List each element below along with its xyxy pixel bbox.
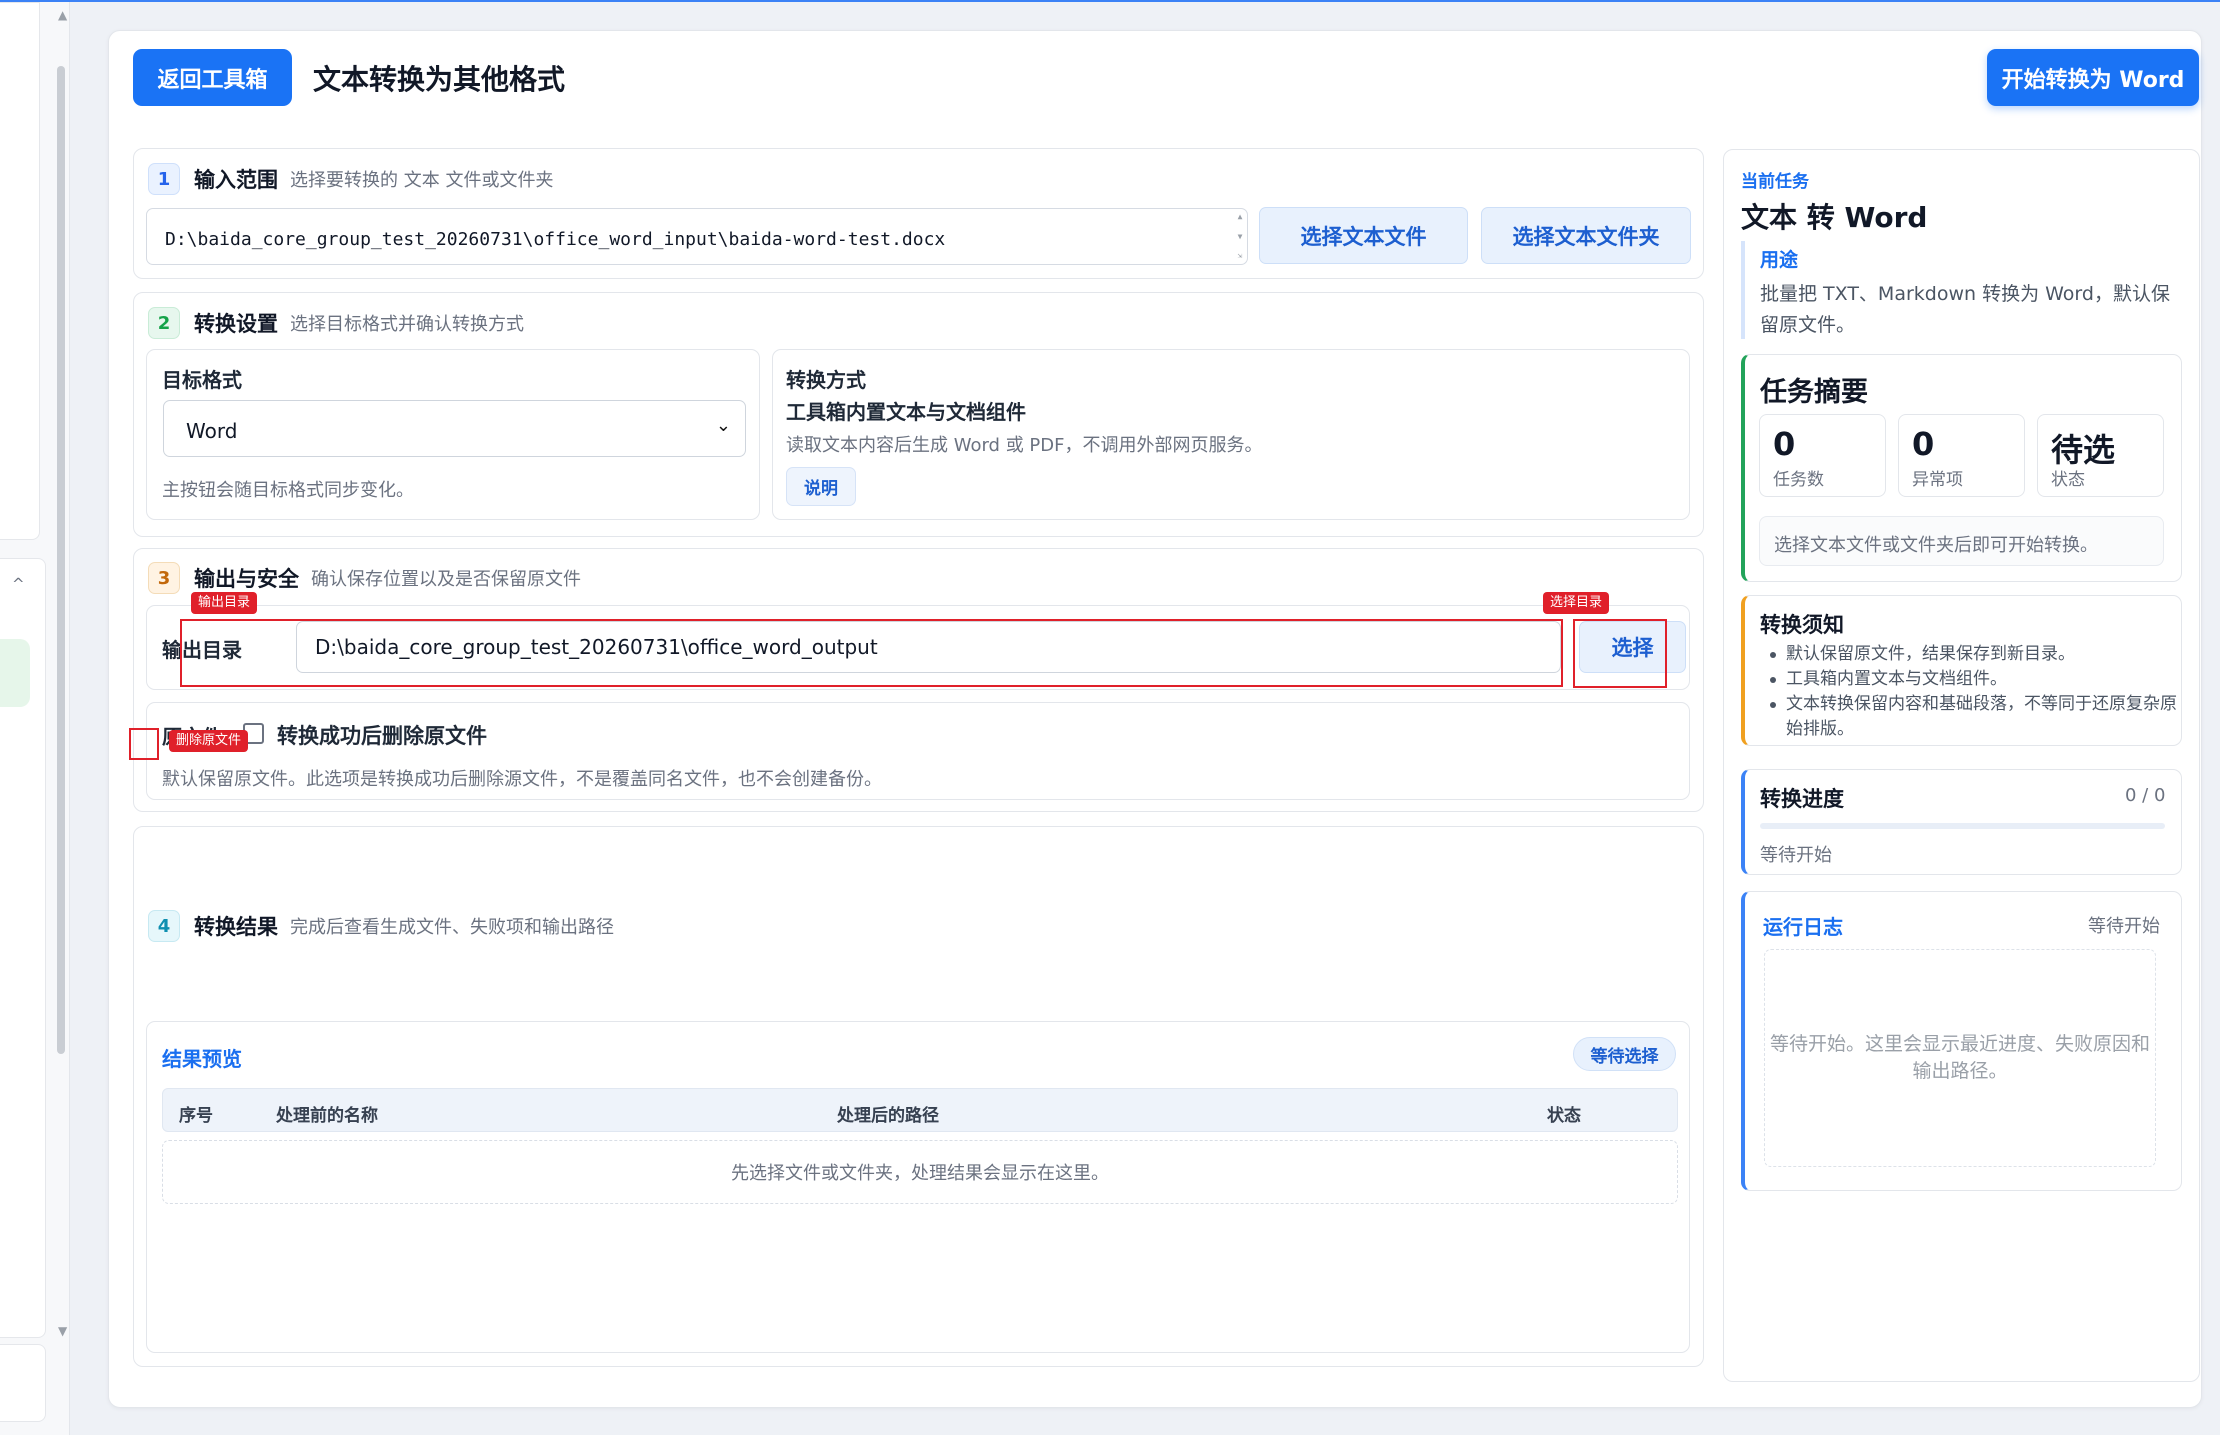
annotation-tag-choose-dir: 选择目录 xyxy=(1543,592,1610,614)
annotation-tag-delete: 删除原文件 xyxy=(169,730,249,752)
note-item: 文本转换保留内容和基础段落，不等同于还原复杂原始排版。 xyxy=(1768,692,2178,742)
summary-hint: 选择文本文件或文件夹后即可开始转换。 xyxy=(1759,516,2164,566)
result-table-empty: 先选择文件或文件夹，处理结果会显示在这里。 xyxy=(162,1140,1678,1204)
result-status-badge: 等待选择 xyxy=(1573,1037,1676,1071)
target-format-value: Word xyxy=(186,419,238,443)
method-info-button[interactable]: 说明 xyxy=(786,467,856,506)
left-pane-card xyxy=(0,2,40,540)
section-title: 输出与安全 xyxy=(194,567,299,591)
convert-progress-count: 0 / 0 xyxy=(2125,785,2166,806)
task-summary-title: 任务摘要 xyxy=(1760,377,1868,408)
col-output-path: 处理后的路径 xyxy=(837,1106,939,1126)
annotation-box-choose-dir xyxy=(1573,619,1667,688)
run-log-title: 运行日志 xyxy=(1763,915,1843,939)
chevron-up-icon[interactable]: ^ xyxy=(12,575,25,593)
annotation-box-output-dir xyxy=(180,619,1563,687)
left-pane-footer-card xyxy=(0,1344,46,1422)
textarea-scrollbar[interactable]: ▲ ▼ ⇲ xyxy=(1235,212,1245,260)
convert-progress-title: 转换进度 xyxy=(1760,787,1844,811)
step-number: 2 xyxy=(148,307,180,339)
section-title: 转换结果 xyxy=(194,915,278,939)
usage-accent-bar xyxy=(1741,241,1745,339)
annotation-tag-output-dir: 输出目录 xyxy=(191,592,258,614)
top-accent-line xyxy=(0,0,2220,2)
section-desc: 完成后查看生成文件、失败项和输出路径 xyxy=(290,917,614,938)
usage-label: 用途 xyxy=(1760,249,1799,271)
convert-notes-list: 默认保留原文件，结果保存到新目录。 工具箱内置文本与文档组件。 文本转换保留内容… xyxy=(1768,642,2178,742)
left-pane-scrollbar[interactable] xyxy=(57,66,65,1054)
task-title: 文本 转 Word xyxy=(1741,201,1928,234)
step-number: 3 xyxy=(148,562,180,594)
run-log-area: 等待开始。这里会显示最近进度、失败原因和输出路径。 xyxy=(1764,949,2156,1167)
annotation-box-delete xyxy=(129,728,159,760)
section-desc: 选择目标格式并确认转换方式 xyxy=(290,314,524,335)
note-item: 工具箱内置文本与文档组件。 xyxy=(1768,667,2178,692)
result-preview-title: 结果预览 xyxy=(162,1047,242,1071)
convert-method-label: 转换方式 xyxy=(786,368,866,392)
scroll-up-icon[interactable]: ▲ xyxy=(58,8,67,22)
section-title: 输入范围 xyxy=(194,168,278,192)
target-format-hint: 主按钮会随目标格式同步变化。 xyxy=(162,480,414,501)
convert-progress-bar xyxy=(1760,823,2165,829)
section-desc: 确认保存位置以及是否保留原文件 xyxy=(311,569,581,590)
stat-label: 异常项 xyxy=(1912,470,1963,490)
scroll-down-icon[interactable]: ▼ xyxy=(58,1324,67,1338)
target-format-select[interactable]: Word ⌄ xyxy=(163,400,746,457)
col-original-name: 处理前的名称 xyxy=(276,1106,378,1126)
left-side-pane: ▲ ▼ ^ xyxy=(0,2,70,1435)
left-pane-selected-item[interactable] xyxy=(0,639,30,707)
select-text-file-button[interactable]: 选择文本文件 xyxy=(1259,207,1468,264)
col-status: 状态 xyxy=(1547,1106,1581,1126)
section-title: 转换设置 xyxy=(194,312,278,336)
usage-text: 批量把 TXT、Markdown 转换为 Word，默认保留原文件。 xyxy=(1760,283,2170,336)
delete-original-label[interactable]: 转换成功后删除原文件 xyxy=(277,720,487,750)
stat-value: 0 xyxy=(1773,425,1796,463)
target-format-label: 目标格式 xyxy=(162,368,242,392)
run-log-status: 等待开始 xyxy=(2088,916,2160,937)
stat-task-count: 0 任务数 xyxy=(1759,414,1886,497)
note-item: 默认保留原文件，结果保存到新目录。 xyxy=(1768,642,2178,667)
stat-label: 任务数 xyxy=(1773,470,1824,490)
stat-error-count: 0 异常项 xyxy=(1898,414,2025,497)
input-path-field[interactable]: D:\baida_core_group_test_20260731\office… xyxy=(146,208,1248,265)
output-safety-header: 3 输出与安全 确认保存位置以及是否保留原文件 xyxy=(148,562,581,594)
stat-status: 待选 状态 xyxy=(2037,414,2164,497)
input-path-value: D:\baida_core_group_test_20260731\office… xyxy=(165,229,946,250)
convert-progress-status: 等待开始 xyxy=(1760,845,1832,866)
convert-notes-title: 转换须知 xyxy=(1760,613,1844,637)
stat-value: 0 xyxy=(1912,425,1935,463)
back-to-toolbox-button[interactable]: 返回工具箱 xyxy=(133,49,292,106)
chevron-down-icon: ⌄ xyxy=(715,415,731,436)
delete-original-hint: 默认保留原文件。此选项是转换成功后删除源文件，不是覆盖同名文件，也不会创建备份。 xyxy=(162,769,882,790)
step-number: 1 xyxy=(148,163,180,195)
page-title: 文本转换为其他格式 xyxy=(313,63,566,96)
convert-method-name: 工具箱内置文本与文档组件 xyxy=(786,400,1026,424)
convert-method-desc: 读取文本内容后生成 Word 或 PDF，不调用外部网页服务。 xyxy=(786,435,1263,456)
select-text-folder-button[interactable]: 选择文本文件夹 xyxy=(1481,207,1691,264)
current-task-label: 当前任务 xyxy=(1741,172,1809,192)
input-range-header: 1 输入范围 选择要转换的 文本 文件或文件夹 xyxy=(148,163,553,195)
section-desc: 选择要转换的 文本 文件或文件夹 xyxy=(290,170,554,191)
step-number: 4 xyxy=(148,910,180,942)
stat-label: 状态 xyxy=(2051,470,2085,490)
col-index: 序号 xyxy=(179,1106,213,1126)
result-table-header: 序号 处理前的名称 处理后的路径 状态 xyxy=(162,1088,1678,1132)
convert-result-header: 4 转换结果 完成后查看生成文件、失败项和输出路径 xyxy=(148,910,614,942)
start-convert-button[interactable]: 开始转换为 Word xyxy=(1987,49,2199,106)
convert-settings-header: 2 转换设置 选择目标格式并确认转换方式 xyxy=(148,307,524,339)
